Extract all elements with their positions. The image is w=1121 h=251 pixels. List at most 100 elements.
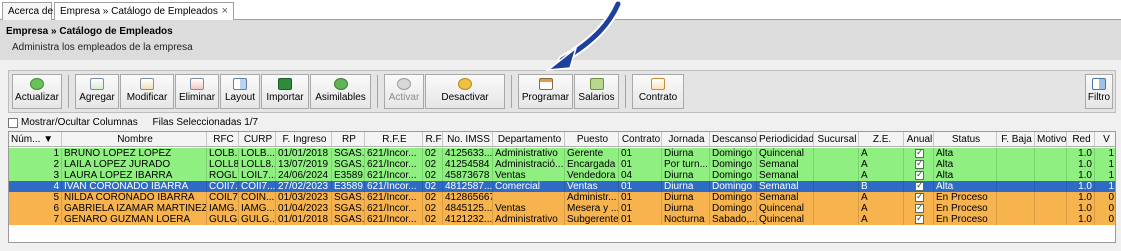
cell-anual xyxy=(904,192,934,203)
cell-imss: 4125633... xyxy=(445,148,493,159)
sort-down-icon: ▼ xyxy=(43,134,54,145)
anual-checkbox[interactable] xyxy=(915,159,924,169)
cell-descanso: Domingo xyxy=(710,192,757,203)
cell-motivo xyxy=(1035,170,1067,181)
eliminar-button[interactable]: Eliminar xyxy=(175,74,219,109)
cell-periodicidad: Semanal xyxy=(757,192,814,203)
cell-ze: A xyxy=(859,159,904,170)
column-header-baja[interactable]: F. Baja xyxy=(997,132,1035,146)
column-header-curp[interactable]: CURP xyxy=(239,132,276,146)
column-header-motivo[interactable]: Motivo xyxy=(1035,132,1067,146)
column-header-contrato[interactable]: Contrato xyxy=(619,132,662,146)
cell-red: 1.0 xyxy=(1067,181,1095,192)
cell-periodicidad: Quincenal xyxy=(757,203,814,214)
tab-catalogo-empleados[interactable]: Empresa » Catálogo de Empleados × xyxy=(54,2,234,21)
column-header-v[interactable]: V xyxy=(1095,132,1115,146)
column-header-ingreso[interactable]: F. Ingreso xyxy=(276,132,332,146)
importar-button[interactable]: Importar xyxy=(261,74,309,109)
show-hide-columns-checkbox[interactable] xyxy=(8,117,18,128)
column-header-rfe[interactable]: R.F.E xyxy=(365,132,423,146)
column-header-red[interactable]: Red xyxy=(1067,132,1095,146)
cell-baja xyxy=(997,214,1035,225)
anual-checkbox[interactable] xyxy=(915,181,924,191)
cell-contrato: 01 xyxy=(619,148,662,159)
column-header-puesto[interactable]: Puesto xyxy=(565,132,619,146)
cell-rf: 02 xyxy=(423,181,443,192)
column-header-descanso[interactable]: Descanso xyxy=(710,132,757,146)
table-row[interactable]: 6GABRIELA IZAMAR MARTINEZIAMG...IAMG...0… xyxy=(9,203,1115,214)
programar-button[interactable]: Programar xyxy=(518,74,573,109)
desactivar-button[interactable]: Desactivar xyxy=(425,74,505,109)
cell-nombre: BRUNO LOPEZ LOPEZ xyxy=(62,148,207,159)
modificar-button[interactable]: Modificar xyxy=(120,74,174,109)
cell-puesto: Gerente xyxy=(565,148,619,159)
cell-sucursal xyxy=(814,148,859,159)
column-header-sucursal[interactable]: Sucursal xyxy=(814,132,859,146)
column-header-rp[interactable]: RP xyxy=(332,132,365,146)
grid-header: Núm... ▼ Nombre RFC CURP F. Ingreso RP R… xyxy=(9,132,1115,147)
column-header-rfc[interactable]: RFC xyxy=(207,132,239,146)
cell-nombre: NILDA CORONADO IBARRA xyxy=(62,192,207,203)
cell-rfc: LOLB... xyxy=(209,148,239,159)
salary-icon xyxy=(589,78,604,90)
cell-contrato: 01 xyxy=(619,214,662,225)
anual-checkbox[interactable] xyxy=(915,148,924,158)
cell-rfe: 621/Incor... xyxy=(365,170,423,181)
table-row[interactable]: 3LAURA LOPEZ IBARRAROGL...LOIL7...24/06/… xyxy=(9,170,1115,181)
cell-descanso: Sabado,... xyxy=(712,214,757,225)
anual-checkbox[interactable] xyxy=(915,203,924,213)
salarios-button[interactable]: Salarios xyxy=(574,74,619,109)
tab-acerca-de[interactable]: Acerca de xyxy=(2,2,53,20)
anual-checkbox[interactable] xyxy=(915,170,924,180)
cell-rfc: IAMG... xyxy=(209,203,239,214)
column-header-num[interactable]: Núm... ▼ xyxy=(9,132,62,146)
anual-checkbox[interactable] xyxy=(915,192,924,202)
column-header-anual[interactable]: Anual xyxy=(904,132,934,146)
activar-button[interactable]: Activar xyxy=(384,74,424,109)
table-row[interactable]: 7GENARO GUZMAN LOERAGULG...GULG...01/01/… xyxy=(9,214,1115,225)
table-row[interactable]: 4IVAN CORONADO IBARRACOII7...COII7...27/… xyxy=(9,181,1115,192)
table-row[interactable]: 5NILDA CORONADO IBARRACOIL7...COIN...01/… xyxy=(9,192,1115,203)
cell-jornada: Nocturna xyxy=(662,214,710,225)
contrato-button[interactable]: Contrato xyxy=(632,74,684,109)
cell-puesto: Encargada xyxy=(565,159,619,170)
column-header-imss[interactable]: No. IMSS xyxy=(443,132,493,146)
delete-document-icon xyxy=(190,78,204,90)
annotation-arrow-icon xyxy=(545,0,623,71)
cell-periodicidad: Quincenal xyxy=(757,148,814,159)
cell-contrato: 01 xyxy=(619,192,662,203)
column-header-rf[interactable]: R.F xyxy=(423,132,443,146)
cell-status: Alta xyxy=(934,170,997,181)
column-header-nombre[interactable]: Nombre xyxy=(62,132,207,146)
column-header-departamento[interactable]: Departamento xyxy=(493,132,565,146)
cell-puesto: Ventas xyxy=(565,181,619,192)
column-header-status[interactable]: Status xyxy=(934,132,997,146)
cell-ingreso: 01/01/2018 xyxy=(276,148,332,159)
cell-curp: LOLL8... xyxy=(241,159,276,170)
cell-ingreso: 24/06/2024 xyxy=(276,170,332,181)
close-icon[interactable]: × xyxy=(222,5,228,17)
button-label: Importar xyxy=(266,92,304,103)
cell-motivo xyxy=(1035,192,1067,203)
cell-ingreso: 01/01/2018 xyxy=(276,214,332,225)
table-row[interactable]: 1BRUNO LOPEZ LOPEZLOLB...LOLB...01/01/20… xyxy=(9,148,1115,159)
toolbar-separator xyxy=(625,75,626,108)
filtro-button[interactable]: Filtro xyxy=(1085,74,1113,109)
table-row[interactable]: 2LAILA LOPEZ JURADOLOLL8...LOLL8...13/07… xyxy=(9,159,1115,170)
cell-jornada: Diurna xyxy=(662,203,710,214)
cell-periodicidad: Semanal xyxy=(757,181,814,192)
button-label: Activar xyxy=(388,92,420,103)
anual-checkbox[interactable] xyxy=(915,214,924,224)
cell-anual xyxy=(904,203,934,214)
cell-rf: 02 xyxy=(423,148,443,159)
asimilables-button[interactable]: Asimilables xyxy=(310,74,371,109)
column-header-ze[interactable]: Z.E. xyxy=(859,132,904,146)
layout-button[interactable]: Layout xyxy=(220,74,260,109)
actualizar-button[interactable]: Actualizar xyxy=(12,74,62,109)
cell-red: 1.0 xyxy=(1067,170,1095,181)
cell-v: 1 xyxy=(1095,181,1115,192)
agregar-button[interactable]: Agregar xyxy=(75,74,119,109)
cell-motivo xyxy=(1035,148,1067,159)
column-header-jornada[interactable]: Jornada xyxy=(662,132,710,146)
column-header-periodicidad[interactable]: Periodicidad xyxy=(757,132,814,146)
